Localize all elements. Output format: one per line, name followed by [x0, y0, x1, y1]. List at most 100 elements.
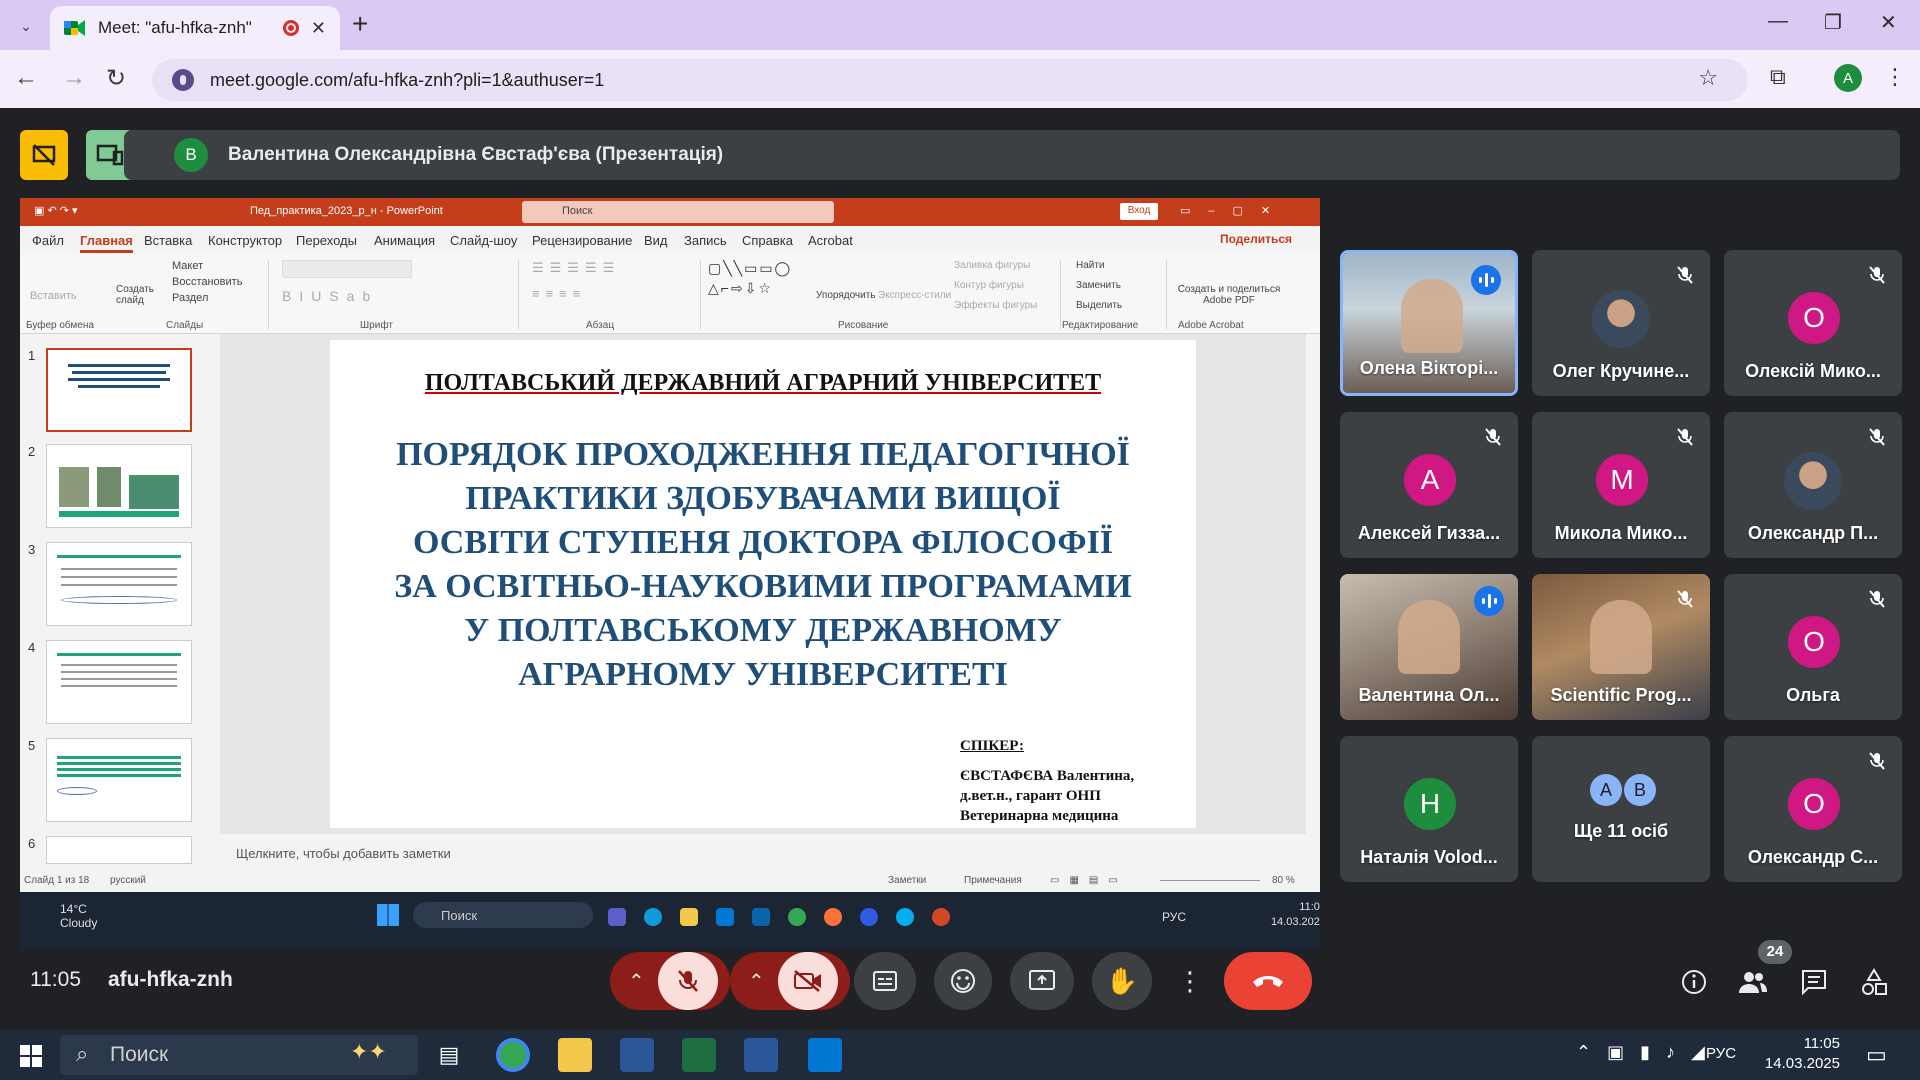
participant-tile[interactable]: А Алексей Гизза...	[1340, 412, 1518, 558]
participant-tile[interactable]: Scientific Prog...	[1532, 574, 1710, 720]
ribbon-group-clipboard: Буфер обмена	[26, 320, 94, 331]
participant-tile[interactable]: А В Ще 11 осіб	[1532, 736, 1710, 882]
ppt-menu-home: Главная	[80, 233, 133, 253]
taskbar-lang[interactable]: РУС	[1706, 1045, 1736, 1062]
ppt-paste-label: Вставить	[30, 290, 77, 302]
ppt-title-bar: ▣ ↶ ↷ ▾ Пед_практика_2023_р_н - PowerPoi…	[20, 198, 1320, 226]
address-bar[interactable]: meet.google.com/afu-hfka-znh?pli=1&authu…	[152, 59, 1748, 101]
people-icon[interactable]	[1738, 968, 1768, 1001]
ppt-align-icons: ≡≡≡≡	[532, 286, 587, 301]
microphone-off-button[interactable]	[658, 952, 718, 1010]
stop-presenting-icon[interactable]	[20, 130, 68, 180]
remote-clock: 11:05 14.03.2025	[1230, 900, 1320, 930]
ribbon-group-acrobat: Adobe Acrobat	[1178, 320, 1244, 331]
ppt-zoom-level: 80 %	[1272, 875, 1295, 886]
chrome-menu-icon[interactable]: ⋮	[1884, 64, 1906, 90]
taskbar-calculator-icon[interactable]	[808, 1038, 842, 1072]
ppt-menu-help: Справка	[742, 233, 793, 248]
remote-time: 11:05	[1299, 901, 1320, 913]
site-info-icon[interactable]	[172, 69, 194, 91]
forward-icon[interactable]: →	[62, 64, 86, 92]
ribbon-separator	[268, 260, 269, 330]
participant-tile[interactable]: Олександр П...	[1724, 412, 1902, 558]
close-window-icon[interactable]: ✕	[1880, 10, 1897, 35]
ppt-menu-view: Вид	[644, 233, 668, 248]
participant-name: Олег Кручине...	[1552, 361, 1690, 381]
close-tab-icon[interactable]: ✕	[311, 18, 326, 39]
reactions-button[interactable]	[934, 952, 992, 1010]
participant-tile[interactable]: Валентина Ол...	[1340, 574, 1518, 720]
ppt-ribbon: Вставить Создать слайд Макет Восстановит…	[20, 254, 1320, 334]
browser-tab-meet[interactable]: Meet: "afu-hfka-znh" ✕	[50, 6, 340, 50]
participant-tile[interactable]: Олег Кручине...	[1532, 250, 1710, 396]
more-participants-avatars: АВ	[1590, 774, 1656, 806]
taskbar-app-icon[interactable]	[620, 1038, 654, 1072]
participant-name: Валентина Ол...	[1358, 685, 1500, 705]
slide-speaker-line: ЄВСТАФЄВА Валентина,	[960, 768, 1135, 784]
tab-search-button[interactable]: ⌄	[10, 10, 42, 42]
taskbar-clock[interactable]: 11:05 14.03.2025	[1740, 1034, 1840, 1074]
taskbar-explorer-icon[interactable]	[558, 1038, 592, 1072]
slide-thumbnail	[46, 348, 192, 432]
taskbar-chrome-icon[interactable]	[496, 1038, 530, 1072]
remote-explorer-icon	[680, 908, 698, 926]
ppt-menu-slideshow: Слайд-шоу	[450, 233, 518, 248]
more-options-button[interactable]: ⋮	[1170, 952, 1210, 1010]
participant-tile[interactable]: М Микола Мико...	[1532, 412, 1710, 558]
participant-tile[interactable]: О Олександр С...	[1724, 736, 1902, 882]
muted-indicator	[1480, 424, 1506, 450]
minimize-window-icon[interactable]: —	[1768, 10, 1788, 33]
participant-tile[interactable]: Олена Вікторі...	[1340, 250, 1518, 396]
participant-tile[interactable]: Н Наталія Volod...	[1340, 736, 1518, 882]
profile-avatar[interactable]: A	[1834, 64, 1862, 92]
chevron-up-icon: ⌃	[628, 970, 645, 993]
participant-initial-avatar: О	[1788, 778, 1840, 830]
back-icon[interactable]: ←	[14, 64, 38, 92]
taskbar-excel-icon[interactable]	[682, 1038, 716, 1072]
ppt-menu-record: Запись	[684, 233, 727, 248]
windows-start-icon[interactable]	[20, 1045, 42, 1067]
notifications-icon[interactable]: ▭	[1866, 1042, 1887, 1068]
remote-store-icon	[716, 908, 734, 926]
remote-edge-icon	[644, 908, 662, 926]
mic-off-icon	[1677, 266, 1693, 284]
ribbon-separator	[1060, 260, 1061, 330]
raise-hand-button[interactable]: ✋	[1092, 952, 1152, 1010]
chat-icon[interactable]	[1800, 968, 1828, 1001]
slide-thumbnail	[46, 542, 192, 626]
more-vert-icon: ⋮	[1177, 965, 1203, 996]
activities-icon[interactable]	[1860, 968, 1888, 1001]
participant-name: Олена Вікторі...	[1359, 358, 1499, 378]
mic-off-icon	[1869, 752, 1885, 770]
taskbar-search-box[interactable]: ⌕ Поиск ✦✦	[60, 1035, 418, 1075]
new-tab-button[interactable]: +	[352, 10, 368, 38]
mic-off-icon	[1677, 428, 1693, 446]
mic-off-icon	[1677, 590, 1693, 608]
thumb-number: 4	[28, 640, 36, 655]
slide-headline-line: ПРАКТИКИ ЗДОБУВАЧАМИ ВИЩОЇ	[465, 480, 1061, 517]
search-highlight-icon: ✦✦	[350, 1039, 387, 1064]
meeting-info-icon[interactable]	[1680, 968, 1708, 1001]
ppt-slide-canvas: ПОЛТАВСЬКИЙ ДЕРЖАВНИЙ АГРАРНИЙ УНІВЕРСИТ…	[220, 334, 1306, 834]
camera-off-button[interactable]	[778, 952, 838, 1010]
ppt-notes-pane: Щелкните, чтобы добавить заметки	[220, 834, 1306, 870]
taskbar-word-icon[interactable]	[744, 1038, 778, 1072]
ppt-layout-label: Макет	[172, 260, 204, 272]
restore-window-icon[interactable]: ❐	[1824, 10, 1842, 35]
captions-button[interactable]	[854, 952, 916, 1010]
search-icon: ⌕	[76, 1041, 89, 1066]
participant-photo-avatar	[1784, 452, 1842, 510]
task-view-icon[interactable]: ▤	[432, 1038, 466, 1072]
reload-icon[interactable]: ↻	[106, 64, 126, 93]
present-now-button[interactable]	[1010, 952, 1074, 1010]
participant-tile[interactable]: О Олексій Мико...	[1724, 250, 1902, 396]
emoji-icon	[951, 969, 975, 993]
mic-off-icon	[678, 970, 698, 992]
bookmark-star-icon[interactable]: ☆	[1698, 65, 1718, 91]
remote-lang: РУС	[1162, 910, 1187, 924]
extensions-icon[interactable]: ⧉	[1770, 64, 1786, 90]
ppt-window-controls-icon: ▭–▢✕	[1180, 205, 1289, 217]
leave-call-button[interactable]	[1224, 952, 1312, 1010]
system-tray-icons[interactable]: ⌃▣▮♪◢	[1576, 1042, 1721, 1063]
participant-tile[interactable]: О Ольга	[1724, 574, 1902, 720]
